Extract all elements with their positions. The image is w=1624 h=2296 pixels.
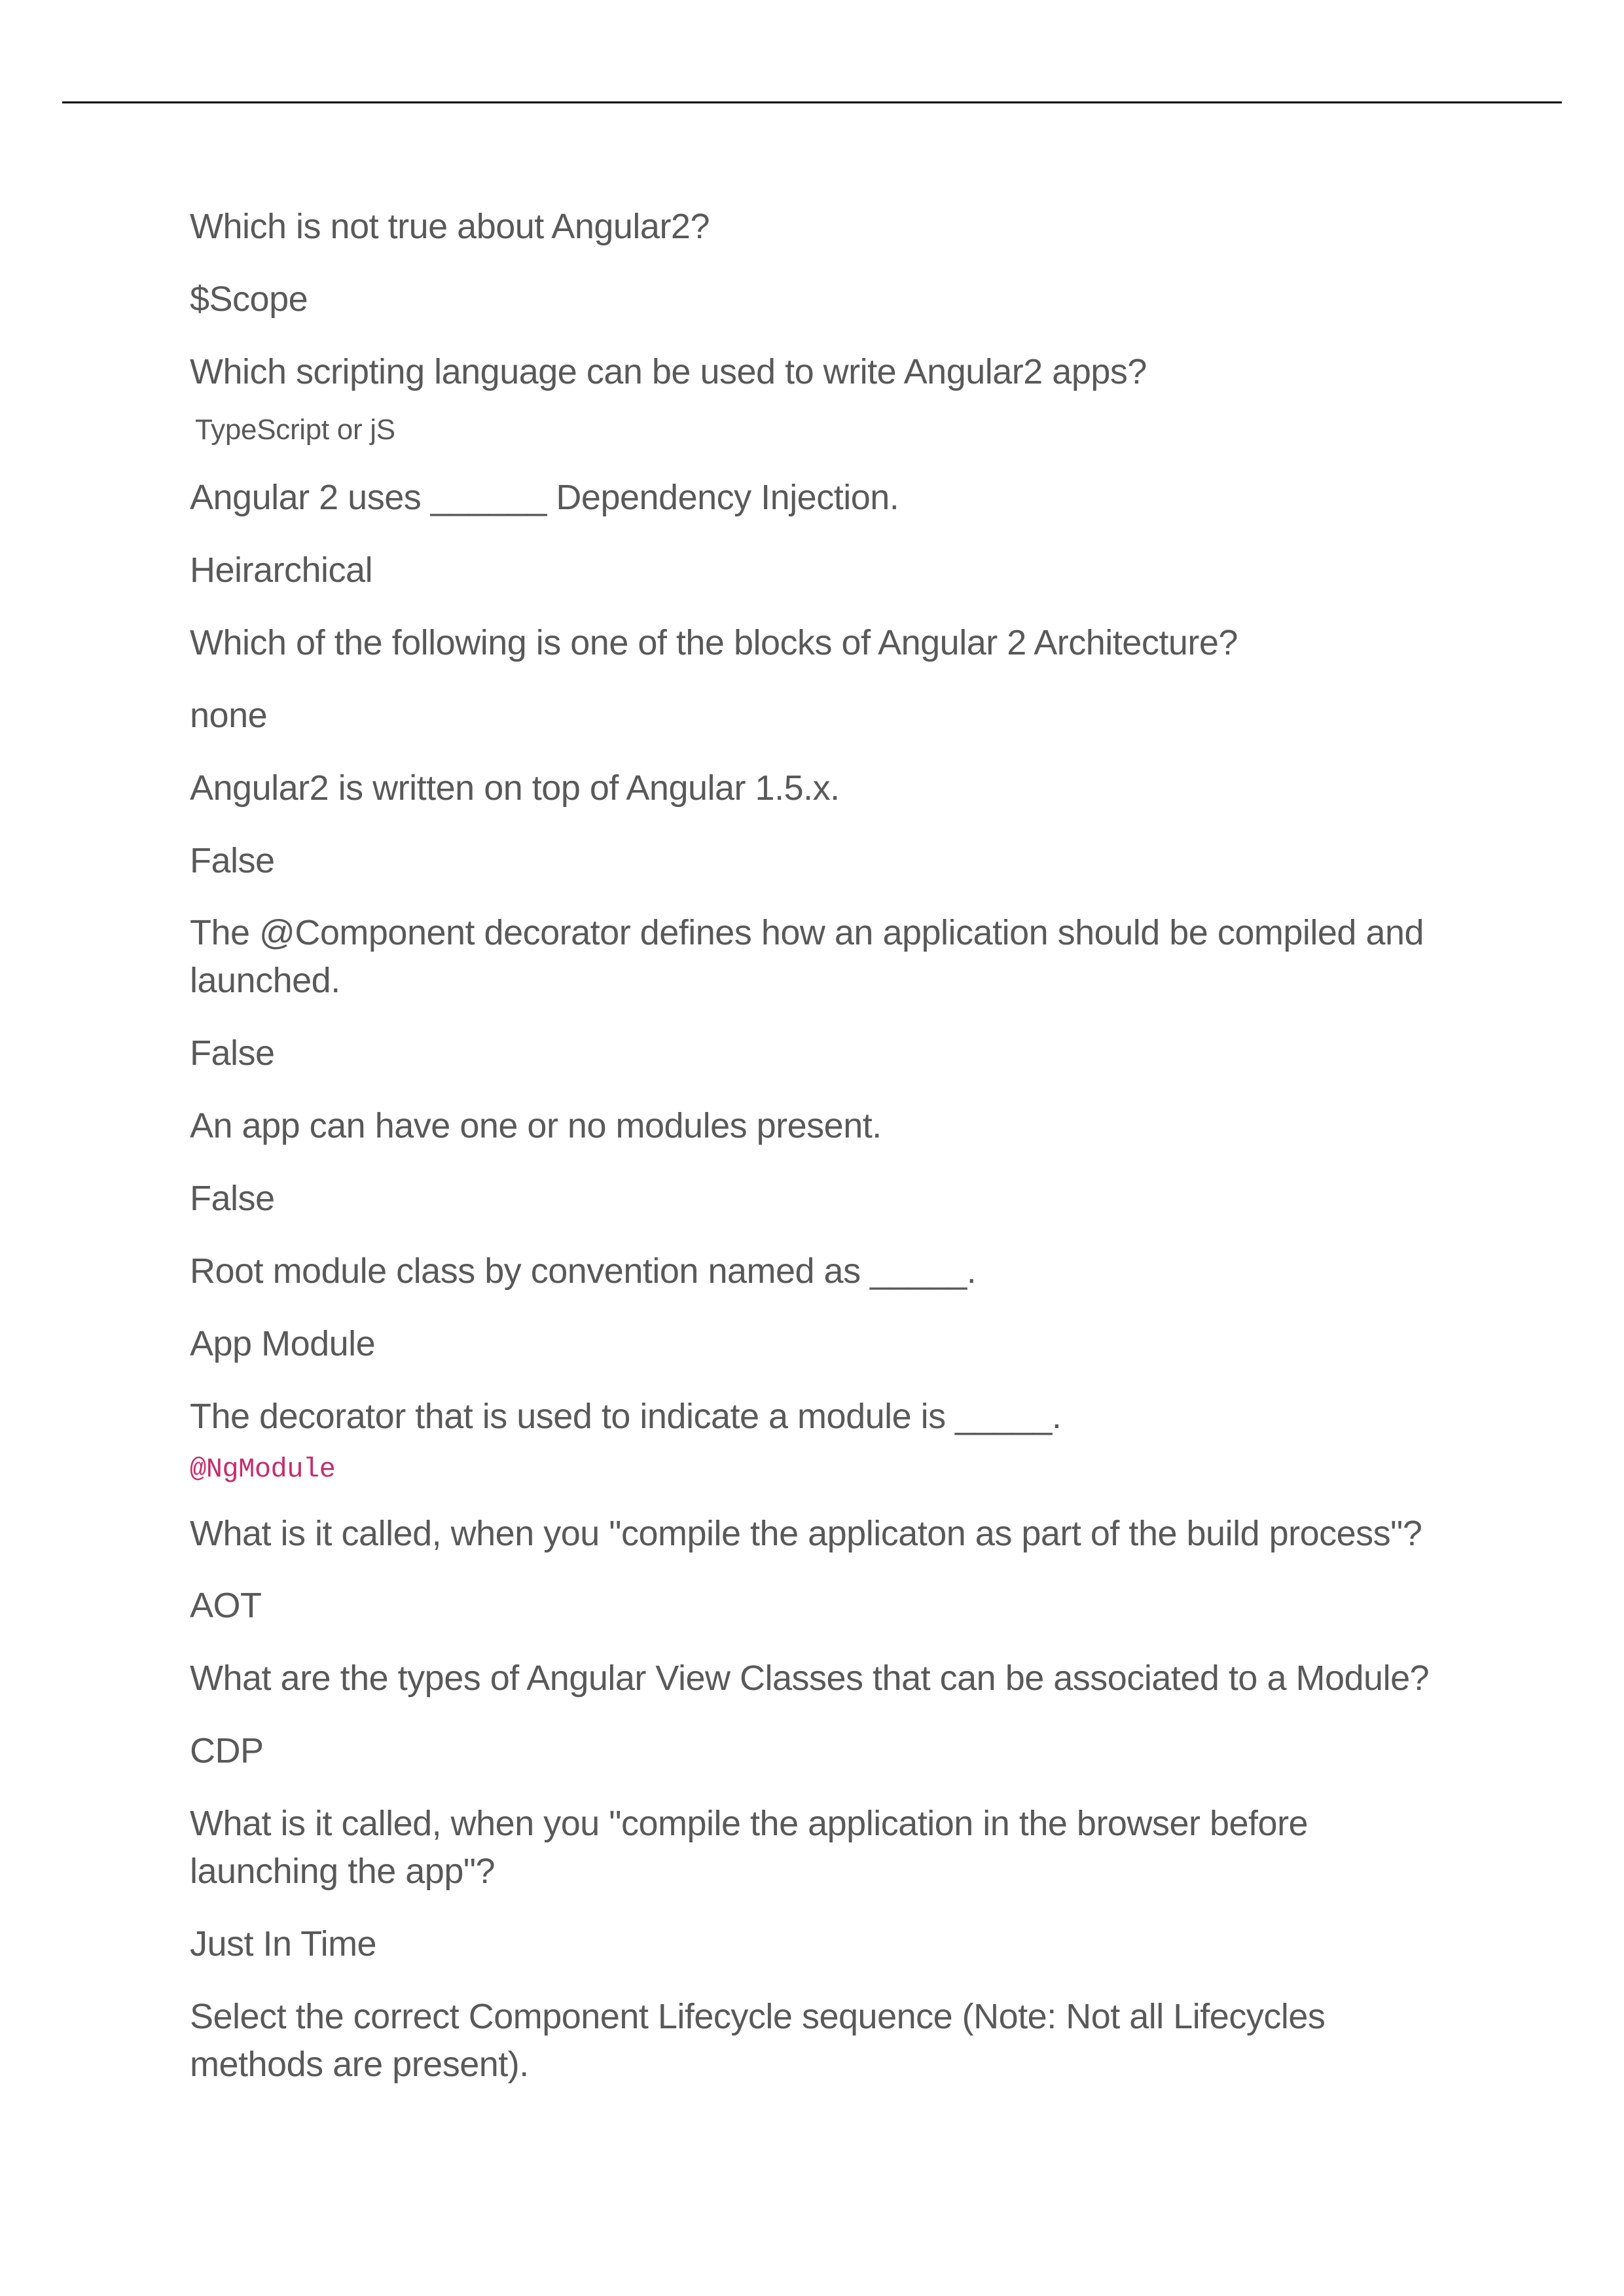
question-text: Which scripting language can be used to …	[190, 348, 1434, 396]
answer-text: False	[190, 1175, 1434, 1223]
question-text: Which is not true about Angular2?	[190, 203, 1434, 251]
qa-item: What is it called, when you "compile the…	[190, 1800, 1434, 1968]
qa-item: Select the correct Component Lifecycle s…	[190, 1993, 1434, 2089]
question-text: Angular 2 uses ______ Dependency Injecti…	[190, 474, 1434, 522]
answer-text: AOT	[190, 1582, 1434, 1630]
answer-text: CDP	[190, 1727, 1434, 1775]
question-text: What is it called, when you "compile the…	[190, 1510, 1434, 1558]
qa-item: What are the types of Angular View Class…	[190, 1655, 1434, 1775]
answer-text: False	[190, 837, 1434, 885]
qa-item: Which is not true about Angular2? $Scope	[190, 203, 1434, 323]
answer-text: Just In Time	[190, 1920, 1434, 1968]
qa-item: An app can have one or no modules presen…	[190, 1102, 1434, 1223]
answer-text: App Module	[190, 1320, 1434, 1368]
answer-text: Heirarchical	[190, 547, 1434, 594]
answer-text: none	[190, 692, 1434, 740]
question-text: An app can have one or no modules presen…	[190, 1102, 1434, 1150]
question-text: Which of the following is one of the blo…	[190, 619, 1434, 667]
answer-text: TypeScript or jS	[195, 410, 1434, 449]
qa-item: The @Component decorator defines how an …	[190, 909, 1434, 1077]
qa-item: Root module class by convention named as…	[190, 1247, 1434, 1368]
qa-item: Which of the following is one of the blo…	[190, 619, 1434, 740]
question-text: Angular2 is written on top of Angular 1.…	[190, 764, 1434, 812]
qa-item: What is it called, when you "compile the…	[190, 1510, 1434, 1630]
qa-item: Angular2 is written on top of Angular 1.…	[190, 764, 1434, 885]
question-text: The decorator that is used to indicate a…	[190, 1393, 1434, 1441]
answer-text: $Scope	[190, 276, 1434, 323]
question-text: What is it called, when you "compile the…	[190, 1800, 1434, 1895]
question-text: Select the correct Component Lifecycle s…	[190, 1993, 1434, 2089]
question-text: What are the types of Angular View Class…	[190, 1655, 1434, 1702]
qa-item: Which scripting language can be used to …	[190, 348, 1434, 449]
qa-item: Angular 2 uses ______ Dependency Injecti…	[190, 474, 1434, 594]
answer-text: @NgModule	[190, 1454, 1434, 1485]
qa-item: The decorator that is used to indicate a…	[190, 1393, 1434, 1485]
answer-text: False	[190, 1030, 1434, 1077]
question-text: The @Component decorator defines how an …	[190, 909, 1434, 1005]
page-top-border	[62, 101, 1562, 103]
question-text: Root module class by convention named as…	[190, 1247, 1434, 1295]
content-area: Which is not true about Angular2? $Scope…	[190, 203, 1434, 2113]
